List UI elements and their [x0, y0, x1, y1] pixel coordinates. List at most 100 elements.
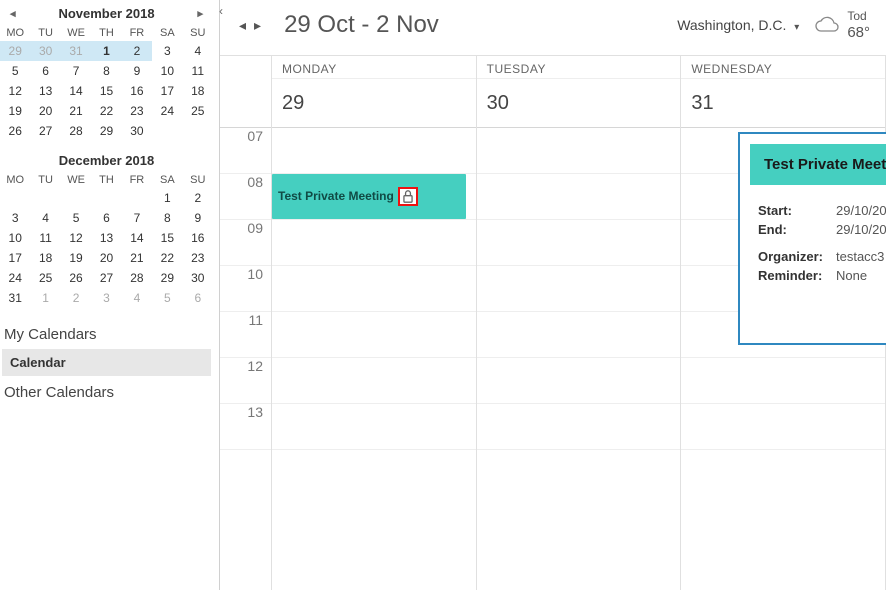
mini-day-cell[interactable]: 8 — [152, 208, 182, 228]
mini-day-cell[interactable]: 10 — [152, 61, 182, 81]
mini-day-cell[interactable]: 25 — [183, 101, 213, 121]
mini-day-cell[interactable]: 18 — [183, 81, 213, 101]
mini-day-cell[interactable]: 24 — [152, 101, 182, 121]
mini-day-cell[interactable]: 2 — [183, 188, 213, 208]
mini-day-cell[interactable]: 28 — [61, 121, 91, 141]
mini-day-cell[interactable]: 29 — [152, 268, 182, 288]
mini-day-cell[interactable]: 30 — [30, 41, 60, 61]
mini-day-cell[interactable]: 6 — [91, 208, 121, 228]
weather-widget[interactable]: Tod 68° — [813, 10, 870, 41]
mini-day-cell[interactable]: 5 — [0, 61, 30, 81]
mini-day-cell[interactable]: 15 — [152, 228, 182, 248]
mini-day-cell[interactable]: 10 — [0, 228, 30, 248]
mini-day-cell[interactable]: 3 — [152, 41, 182, 61]
mini-day-cell[interactable]: 17 — [152, 81, 182, 101]
mini-day-cell[interactable]: 1 — [91, 41, 121, 61]
mini-day-cell[interactable]: 6 — [183, 288, 213, 308]
mini-day-cell[interactable]: 7 — [61, 61, 91, 81]
mini-day-cell[interactable]: 3 — [0, 208, 30, 228]
mini-day-cell[interactable]: 16 — [122, 81, 152, 101]
mini-day-cell[interactable]: 29 — [91, 121, 121, 141]
mini-day-cell[interactable]: 14 — [61, 81, 91, 101]
mini-day-cell[interactable]: 2 — [61, 288, 91, 308]
time-slot[interactable]: Test Private Meeting — [272, 174, 476, 220]
mini-day-cell[interactable]: 24 — [0, 268, 30, 288]
day-header[interactable]: TUESDAY 30 — [477, 56, 681, 128]
mini-day-cell[interactable]: 28 — [122, 268, 152, 288]
time-slot[interactable] — [477, 174, 681, 220]
mini-day-cell[interactable]: 31 — [0, 288, 30, 308]
mini-day-cell[interactable]: 1 — [30, 288, 60, 308]
mini-day-cell[interactable]: 4 — [30, 208, 60, 228]
mini-day-cell[interactable]: 30 — [183, 268, 213, 288]
mini-day-cell[interactable]: 21 — [122, 248, 152, 268]
mini-day-cell[interactable]: 19 — [61, 248, 91, 268]
mini-day-cell[interactable] — [152, 121, 182, 141]
time-slot[interactable] — [272, 358, 476, 404]
mini-day-cell[interactable]: 5 — [152, 288, 182, 308]
time-slot[interactable] — [477, 358, 681, 404]
mini-day-cell[interactable]: 20 — [30, 101, 60, 121]
mini-next-month-button[interactable]: ▸ — [193, 5, 207, 22]
mini-day-cell[interactable]: 9 — [122, 61, 152, 81]
mini-day-cell[interactable] — [30, 188, 60, 208]
time-slot[interactable] — [477, 312, 681, 358]
mini-day-cell[interactable]: 3 — [91, 288, 121, 308]
mini-day-cell[interactable]: 4 — [122, 288, 152, 308]
mini-day-cell[interactable]: 6 — [30, 61, 60, 81]
mini-day-cell[interactable]: 13 — [91, 228, 121, 248]
mini-day-cell[interactable]: 17 — [0, 248, 30, 268]
calendar-item[interactable]: Calendar — [2, 349, 211, 376]
mini-day-cell[interactable]: 18 — [30, 248, 60, 268]
mini-day-cell[interactable]: 5 — [61, 208, 91, 228]
time-slot[interactable] — [477, 128, 681, 174]
mini-day-cell[interactable]: 26 — [61, 268, 91, 288]
mini-day-cell[interactable]: 22 — [152, 248, 182, 268]
mini-day-cell[interactable] — [91, 188, 121, 208]
mini-day-cell[interactable]: 11 — [183, 61, 213, 81]
mini-day-cell[interactable]: 27 — [91, 268, 121, 288]
day-header[interactable]: WEDNESDAY 31 — [681, 56, 885, 128]
other-calendars-header[interactable]: Other Calendars — [0, 376, 213, 407]
mini-day-cell[interactable]: 29 — [0, 41, 30, 61]
time-slot[interactable] — [272, 312, 476, 358]
mini-prev-month-button[interactable]: ◂ — [6, 5, 20, 22]
mini-day-cell[interactable]: 23 — [122, 101, 152, 121]
day-header[interactable]: MONDAY 29 — [272, 56, 476, 128]
mini-day-cell[interactable]: 19 — [0, 101, 30, 121]
mini-day-cell[interactable]: 1 — [152, 188, 182, 208]
mini-day-cell[interactable]: 2 — [122, 41, 152, 61]
time-slot[interactable] — [681, 404, 885, 450]
mini-day-cell[interactable]: 25 — [30, 268, 60, 288]
mini-day-cell[interactable]: 12 — [0, 81, 30, 101]
mini-day-cell[interactable]: 21 — [61, 101, 91, 121]
mini-day-cell[interactable]: 11 — [30, 228, 60, 248]
time-slot[interactable] — [477, 404, 681, 450]
mini-day-cell[interactable]: 15 — [91, 81, 121, 101]
time-slot[interactable] — [272, 128, 476, 174]
mini-day-cell[interactable]: 20 — [91, 248, 121, 268]
time-slot[interactable] — [477, 220, 681, 266]
mini-day-cell[interactable]: 9 — [183, 208, 213, 228]
time-slot[interactable] — [477, 266, 681, 312]
mini-day-cell[interactable] — [183, 121, 213, 141]
mini-day-cell[interactable]: 12 — [61, 228, 91, 248]
mini-day-cell[interactable] — [0, 188, 30, 208]
mini-day-cell[interactable] — [61, 188, 91, 208]
next-week-button[interactable]: ▸ — [251, 15, 264, 36]
mini-day-cell[interactable]: 7 — [122, 208, 152, 228]
time-slot[interactable] — [272, 404, 476, 450]
mini-day-cell[interactable]: 13 — [30, 81, 60, 101]
mini-day-cell[interactable]: 31 — [61, 41, 91, 61]
mini-day-cell[interactable]: 8 — [91, 61, 121, 81]
time-slot[interactable] — [272, 266, 476, 312]
my-calendars-header[interactable]: My Calendars — [0, 318, 213, 349]
mini-day-cell[interactable]: 4 — [183, 41, 213, 61]
mini-day-cell[interactable]: 26 — [0, 121, 30, 141]
mini-day-cell[interactable]: 22 — [91, 101, 121, 121]
mini-day-cell[interactable]: 14 — [122, 228, 152, 248]
mini-day-cell[interactable]: 27 — [30, 121, 60, 141]
location-picker[interactable]: Washington, D.C. ▾ — [677, 17, 799, 33]
mini-day-cell[interactable]: 30 — [122, 121, 152, 141]
calendar-event[interactable]: Test Private Meeting — [272, 174, 466, 219]
